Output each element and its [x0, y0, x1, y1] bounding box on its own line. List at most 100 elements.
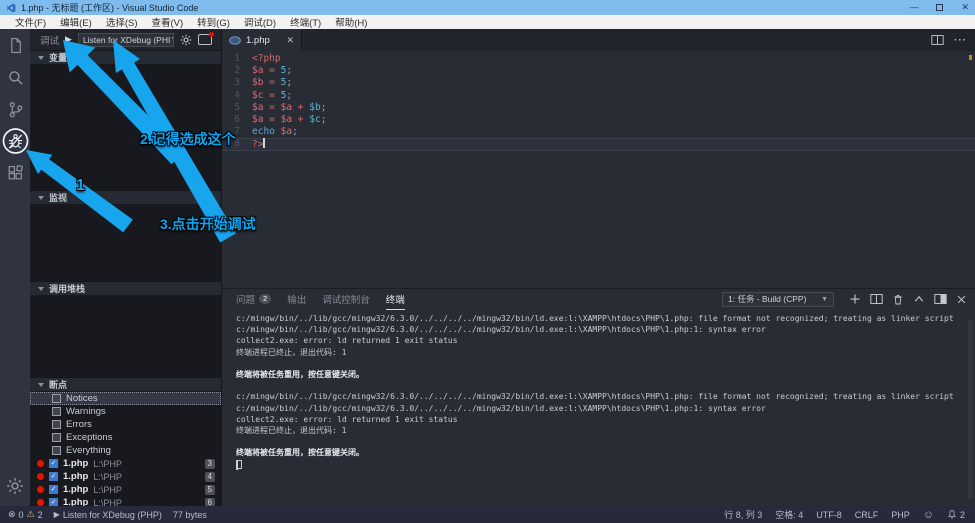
indent-status[interactable]: 空格: 4: [775, 508, 803, 521]
settings-gear-icon[interactable]: [180, 34, 192, 46]
toggle-panel-icon[interactable]: [934, 293, 947, 305]
close-panel-icon[interactable]: [956, 294, 967, 305]
breakpoint-filter-notices[interactable]: Notices: [30, 392, 221, 405]
breakpoint-line-badge: 3: [205, 459, 215, 469]
editor-tab-bar: 1.php ✕ ···: [222, 29, 975, 51]
terminal-cursor: [236, 460, 242, 469]
checkbox-checked-icon[interactable]: ✓: [49, 485, 58, 494]
menu-item-3[interactable]: 选择(S): [99, 15, 145, 29]
debug-config-dropdown[interactable]: Listen for XDebug (PHI ▼: [78, 33, 174, 47]
more-actions-icon[interactable]: ···: [954, 35, 967, 46]
split-editor-icon[interactable]: [931, 34, 944, 46]
debug-target-label: Listen for XDebug (PHP): [63, 510, 162, 520]
section-call-stack[interactable]: 调用堆栈: [30, 281, 221, 295]
terminal-line: collect2.exe: error: ld returned 1 exit …: [236, 335, 961, 346]
terminal-line: 终端将被任务重用，按任意键关闭。: [236, 447, 961, 458]
bell-icon: [947, 509, 957, 520]
breakpoint-filter-warnings[interactable]: Warnings: [30, 405, 221, 418]
debug-console-icon[interactable]: [198, 34, 212, 45]
encoding-status[interactable]: UTF-8: [816, 510, 842, 520]
files-icon[interactable]: [0, 29, 30, 61]
code-line-2[interactable]: 2$a = 5;: [222, 65, 975, 77]
debug-toolbar: 调试 ▶ Listen for XDebug (PHI ▼: [30, 29, 221, 50]
terminal-line: [236, 358, 961, 369]
close-icon[interactable]: ✕: [961, 3, 969, 12]
terminal-line: [236, 380, 961, 391]
menu-item-5[interactable]: 转到(G): [190, 15, 237, 29]
checkbox-unchecked-icon[interactable]: [52, 420, 61, 429]
code-line-4[interactable]: 4$c = 5;: [222, 90, 975, 102]
new-terminal-icon[interactable]: [849, 293, 861, 305]
code-line-7[interactable]: 7echo $a;: [222, 126, 975, 138]
checkbox-unchecked-icon[interactable]: [52, 446, 61, 455]
breakpoint-filter-errors[interactable]: Errors: [30, 418, 221, 431]
search-icon[interactable]: [0, 61, 30, 93]
breakpoint-file-path: L:\PHP: [93, 498, 122, 507]
code-line-1[interactable]: 1<?php: [222, 53, 975, 65]
code-line-8[interactable]: 8?>: [222, 138, 975, 150]
checkbox-checked-icon[interactable]: ✓: [49, 498, 58, 506]
breakpoint-dot-icon: [37, 460, 44, 467]
problems-status[interactable]: ⊗ 0 ⚠ 2: [8, 509, 43, 520]
cursor-position-status[interactable]: 行 8, 列 3: [724, 508, 762, 521]
line-number: 7: [222, 126, 252, 138]
menu-item-4[interactable]: 查看(V): [144, 15, 190, 29]
panel-tab-4[interactable]: 终端: [386, 289, 405, 310]
menu-item-2[interactable]: 编辑(E): [53, 15, 99, 29]
close-icon[interactable]: ✕: [286, 35, 294, 46]
panel-tab-2[interactable]: 输出: [287, 289, 306, 309]
bottom-panel: 问题2 输出调试控制台终端 1: 任务 - Build (CPP) ▼ c:/mi…: [222, 288, 975, 506]
menu-item-1[interactable]: 文件(F): [8, 15, 53, 29]
panel-tab-3[interactable]: 调试控制台: [322, 289, 370, 309]
checkbox-unchecked-icon[interactable]: [52, 433, 61, 442]
menu-item-7[interactable]: 终端(T): [283, 15, 328, 29]
code-line-5[interactable]: 5$a = $a + $b;: [222, 102, 975, 114]
scrollbar[interactable]: [968, 319, 973, 499]
call-stack-body: [30, 295, 221, 377]
breakpoint-item[interactable]: ✓1.phpL:\PHP6: [30, 496, 221, 506]
panel-tab-1[interactable]: 问题2: [236, 289, 271, 309]
language-status[interactable]: PHP: [891, 510, 910, 520]
terminal-task-dropdown[interactable]: 1: 任务 - Build (CPP) ▼: [722, 292, 834, 307]
breakpoint-item[interactable]: ✓1.phpL:\PHP4: [30, 470, 221, 483]
code-line-3[interactable]: 3$b = 5;: [222, 77, 975, 89]
menu-item-6[interactable]: 调试(D): [237, 15, 283, 29]
tab-1-php[interactable]: 1.php ✕: [222, 29, 302, 51]
kill-terminal-icon[interactable]: [892, 293, 904, 306]
vscode-logo-icon: [6, 3, 16, 13]
terminal-line: c:/mingw/bin/../lib/gcc/mingw32/6.3.0/..…: [236, 324, 961, 335]
section-label: 断点: [49, 378, 67, 391]
code-line-6[interactable]: 6$a = $a + $c;: [222, 114, 975, 126]
eol-status[interactable]: CRLF: [855, 510, 879, 520]
maximize-panel-icon[interactable]: [913, 294, 925, 304]
section-variables[interactable]: 变量: [30, 50, 221, 64]
minimize-icon[interactable]: —: [909, 3, 918, 12]
code-text: $a = $a + $c;: [252, 114, 326, 126]
checkbox-unchecked-icon[interactable]: [52, 394, 61, 403]
code-editor[interactable]: 1<?php2$a = 5;3$b = 5;4$c = 5;5$a = $a +…: [222, 51, 975, 288]
debug-target-status[interactable]: ▶ Listen for XDebug (PHP): [54, 510, 162, 520]
menu-item-8[interactable]: 帮助(H): [328, 15, 374, 29]
feedback-smiley-icon[interactable]: ☺: [923, 509, 934, 521]
checkbox-unchecked-icon[interactable]: [52, 407, 61, 416]
checkbox-checked-icon[interactable]: ✓: [49, 459, 58, 468]
notifications-status[interactable]: 2: [947, 509, 965, 520]
terminal-output[interactable]: c:/mingw/bin/../lib/gcc/mingw32/6.3.0/..…: [236, 313, 961, 504]
section-watch[interactable]: 监视: [30, 190, 221, 204]
settings-gear-icon[interactable]: [0, 470, 30, 502]
breakpoint-item[interactable]: ✓1.phpL:\PHP5: [30, 483, 221, 496]
breakpoint-filter-exceptions[interactable]: Exceptions: [30, 431, 221, 444]
extensions-icon[interactable]: [0, 157, 30, 189]
section-breakpoints[interactable]: 断点: [30, 377, 221, 391]
split-terminal-icon[interactable]: [870, 293, 883, 305]
breakpoint-item[interactable]: ✓1.phpL:\PHP3: [30, 457, 221, 470]
checkbox-checked-icon[interactable]: ✓: [49, 472, 58, 481]
breakpoint-filter-everything[interactable]: Everything: [30, 444, 221, 457]
file-size-status[interactable]: 77 bytes: [173, 510, 207, 520]
maximize-icon[interactable]: [936, 4, 943, 11]
code-text: ?>: [252, 138, 265, 150]
source-control-icon[interactable]: [0, 93, 30, 125]
warning-icon: ⚠: [27, 509, 35, 520]
debug-icon[interactable]: [0, 125, 30, 157]
start-debug-icon[interactable]: ▶: [65, 35, 72, 44]
